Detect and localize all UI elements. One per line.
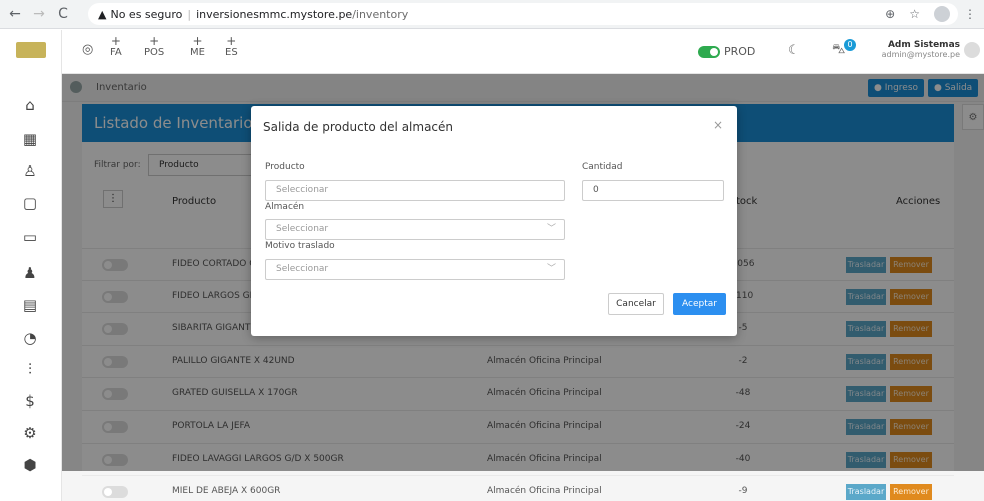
divider: | bbox=[187, 7, 192, 21]
cube-icon[interactable]: ⬢ bbox=[19, 454, 41, 476]
shortcut-label: ES bbox=[225, 47, 238, 58]
avatar[interactable] bbox=[964, 42, 980, 58]
quantity-label: Cantidad bbox=[582, 162, 623, 172]
stock-value: -9 bbox=[738, 486, 748, 496]
document-icon[interactable]: ▤ bbox=[19, 294, 41, 316]
accept-button[interactable]: Aceptar bbox=[673, 293, 726, 315]
shortcut-label: ME bbox=[190, 47, 205, 58]
security-label[interactable]: No es seguro bbox=[110, 8, 182, 21]
cancel-button[interactable]: Cancelar bbox=[608, 293, 664, 315]
arrow-left-icon[interactable]: ← bbox=[6, 6, 24, 22]
plus-icon: + bbox=[110, 34, 121, 48]
row-toggle[interactable] bbox=[102, 486, 128, 498]
bar-chart-icon[interactable]: ⫶ bbox=[19, 358, 41, 380]
chevron-down-icon: ﹀ bbox=[546, 264, 556, 274]
user-email: admin@mystore.pe bbox=[881, 50, 960, 59]
warehouse-name: Almacén Oficina Principal bbox=[487, 486, 602, 496]
transfer-button[interactable]: Trasladar bbox=[846, 484, 886, 500]
warehouse-label: Almacén bbox=[265, 202, 305, 212]
settings-icon[interactable]: ⚙ bbox=[19, 422, 41, 444]
salida-modal: Salida de producto del almacén × Product… bbox=[251, 106, 737, 336]
toggle-switch[interactable] bbox=[698, 45, 720, 58]
url-host: inversionesmmc.mystore.pe bbox=[196, 7, 353, 21]
shortcut-label: POS bbox=[144, 47, 165, 58]
prod-toggle[interactable]: PROD bbox=[698, 45, 755, 58]
star-icon[interactable]: ☆ bbox=[909, 7, 920, 21]
bag-icon[interactable]: ▢ bbox=[19, 192, 41, 214]
shortcut-fa[interactable]: + FA bbox=[110, 34, 122, 58]
dollar-icon[interactable]: $ bbox=[19, 390, 41, 412]
shortcut-pos[interactable]: + POS bbox=[144, 34, 165, 58]
mode-label: PROD bbox=[724, 45, 756, 58]
plus-icon: + bbox=[192, 34, 203, 48]
url-path: /inventory bbox=[352, 7, 409, 21]
zoom-icon[interactable]: ⊕ bbox=[885, 7, 895, 21]
modal-title: Salida de producto del almacén bbox=[263, 120, 454, 134]
arrow-right-icon[interactable]: → bbox=[30, 6, 48, 22]
cart-badge: 0 bbox=[844, 39, 856, 51]
product-name: MIEL DE ABEJA X 600GR bbox=[172, 486, 281, 496]
box-icon[interactable]: ▭ bbox=[19, 226, 41, 248]
clock-icon[interactable]: ◔ bbox=[19, 327, 41, 349]
plus-icon: + bbox=[149, 34, 160, 48]
user-add-icon[interactable]: ♙ bbox=[19, 160, 41, 182]
user-info[interactable]: Adm Sistemas admin@mystore.pe bbox=[870, 40, 960, 59]
user-name: Adm Sistemas bbox=[887, 40, 960, 50]
users-icon[interactable]: ♟ bbox=[19, 262, 41, 284]
plus-icon: + bbox=[226, 34, 237, 48]
grid-icon[interactable]: ▦ bbox=[19, 128, 41, 150]
target-icon[interactable]: ◎ bbox=[82, 43, 93, 56]
kebab-menu-icon[interactable]: ⋮ bbox=[964, 7, 976, 21]
reason-label: Motivo traslado bbox=[265, 241, 335, 251]
sidebar: ⌂ ▦ ♙ ▢ ▭ ♟ ▤ ◔ ⫶ $ ⚙ ⬢ bbox=[0, 30, 62, 501]
quantity-input[interactable]: 0 bbox=[582, 180, 724, 201]
shortcut-label: FA bbox=[110, 47, 122, 58]
shortcut-es[interactable]: + ES bbox=[225, 34, 238, 58]
shortcut-me[interactable]: + ME bbox=[190, 34, 205, 58]
address-bar[interactable]: ▲ No es seguro | inversionesmmc.mystore.… bbox=[88, 3, 958, 25]
profile-icon[interactable] bbox=[934, 6, 950, 22]
reload-icon[interactable]: C bbox=[54, 6, 72, 22]
warehouse-select[interactable]: Seleccionar ﹀ bbox=[265, 219, 565, 240]
home-icon[interactable]: ⌂ bbox=[19, 94, 41, 116]
table-row: MIEL DE ABEJA X 600GR Almacén Oficina Pri… bbox=[82, 475, 954, 501]
product-select[interactable]: Seleccionar bbox=[265, 180, 565, 201]
close-icon[interactable]: × bbox=[713, 118, 723, 132]
reason-placeholder: Seleccionar bbox=[276, 264, 329, 274]
warehouse-placeholder: Seleccionar bbox=[276, 224, 329, 234]
remove-button[interactable]: Remover bbox=[890, 484, 932, 500]
browser-toolbar: ← → C ▲ No es seguro | inversionesmmc.my… bbox=[0, 0, 984, 29]
logo[interactable] bbox=[16, 42, 46, 58]
quantity-value: 0 bbox=[593, 185, 599, 195]
warning-icon[interactable]: ▲ bbox=[98, 8, 106, 21]
top-bar: ◎ + FA + POS + ME + ES PROD ☾ ⛍ 0 Adm Sistem… bbox=[62, 30, 984, 74]
chevron-down-icon: ﹀ bbox=[546, 224, 556, 234]
product-label: Producto bbox=[265, 162, 305, 172]
product-placeholder: Seleccionar bbox=[276, 185, 329, 195]
reason-select[interactable]: Seleccionar ﹀ bbox=[265, 259, 565, 280]
moon-icon[interactable]: ☾ bbox=[788, 43, 800, 58]
